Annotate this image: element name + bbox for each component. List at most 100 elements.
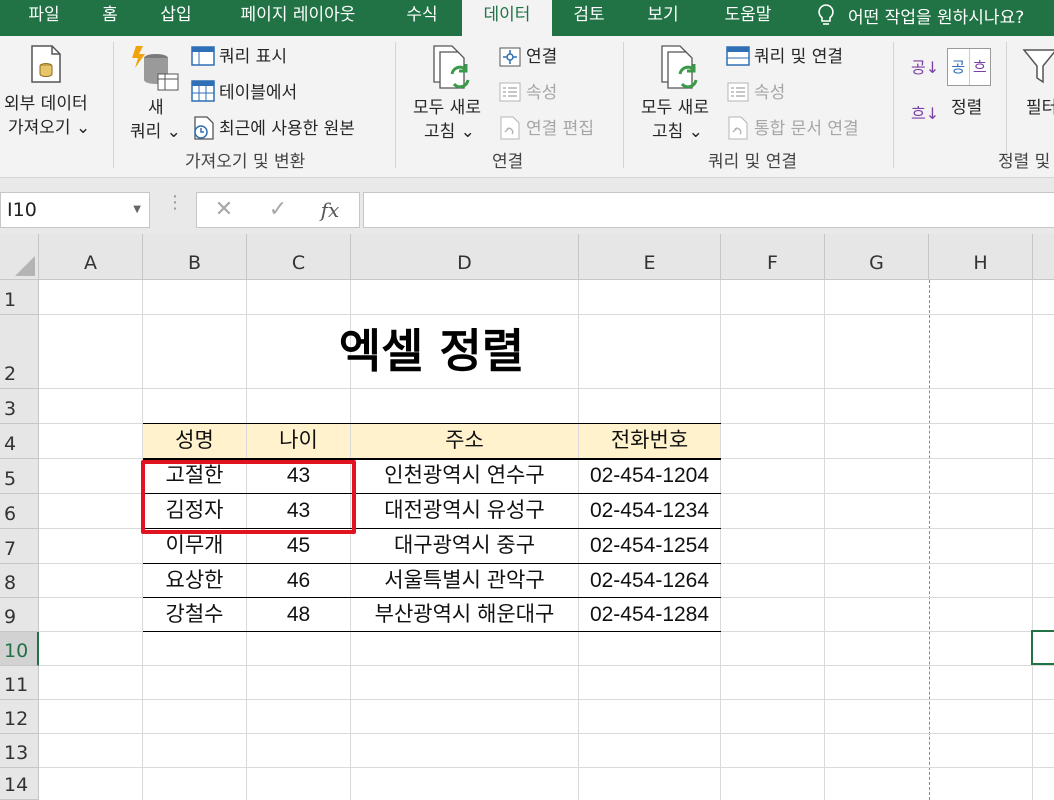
chevron-down-icon[interactable]: ▼ [133, 193, 141, 227]
column-header-i[interactable] [1033, 234, 1054, 280]
group-label-connections: 연결 [492, 152, 524, 172]
cell-phone[interactable]: 02-454-1284 [579, 598, 720, 632]
new-query-label-2: 쿼리 ⌄ [130, 122, 181, 142]
new-query-icon [132, 46, 179, 91]
cell-address[interactable]: 대전광역시 유성구 [351, 494, 578, 528]
group-divider [623, 42, 624, 168]
row-header-4[interactable]: 4 [0, 424, 39, 459]
sort-icon: 공 흐 [947, 48, 991, 86]
column-header-c[interactable]: C [247, 234, 351, 280]
gridline [1032, 280, 1033, 800]
row-header-14[interactable]: 14 [0, 768, 39, 800]
header-cell-phone[interactable]: 전화번호 [579, 424, 720, 459]
row-header-11[interactable]: 11 [0, 666, 39, 700]
cancel-icon[interactable]: ✕ [209, 193, 239, 227]
sort-icon-left: 공 [948, 49, 970, 85]
column-header-e[interactable]: E [579, 234, 721, 280]
row-header-5[interactable]: 5 [0, 459, 39, 494]
active-cell[interactable] [1031, 630, 1054, 665]
header-cell-name[interactable]: 성명 [143, 424, 246, 459]
column-header-f[interactable]: F [721, 234, 825, 280]
insert-function-icon[interactable]: fx [315, 193, 345, 227]
row-header-13[interactable]: 13 [0, 734, 39, 768]
row-header-6[interactable]: 6 [0, 494, 39, 529]
cell-address[interactable]: 대구광역시 중구 [351, 529, 578, 563]
cell-age[interactable]: 46 [247, 564, 350, 598]
sort-ascending-button[interactable]: 공↓ [911, 57, 939, 79]
column-header-d[interactable]: D [351, 234, 579, 280]
tab-insert[interactable]: 삽입 [146, 0, 206, 36]
queries-connections-icon [726, 46, 750, 66]
refresh-all-label-1: 모두 새로 [641, 98, 709, 118]
gridline [39, 767, 1054, 768]
table-border [143, 597, 721, 598]
sheet-title[interactable]: 엑셀 정렬 [143, 315, 720, 389]
cell-phone[interactable]: 02-454-1254 [579, 529, 720, 563]
cell-phone[interactable]: 02-454-1204 [579, 459, 720, 493]
lightbulb-icon [818, 4, 834, 25]
select-all-triangle-icon [15, 256, 35, 276]
edit-links-icon [500, 116, 520, 140]
tab-help[interactable]: 도움말 [710, 0, 786, 36]
row-header-12[interactable]: 12 [0, 700, 39, 734]
table-border [143, 631, 721, 632]
row-header-3[interactable]: 3 [0, 389, 39, 424]
group-label-queries-connections: 쿼리 및 연결 [708, 152, 798, 172]
cell-age[interactable]: 48 [247, 598, 350, 632]
tell-me-text: 어떤 작업을 원하시나요? [848, 7, 1025, 28]
highlight-box [141, 460, 356, 534]
tab-data[interactable]: 데이터 [462, 0, 552, 36]
select-all-button[interactable] [0, 234, 39, 280]
header-cell-age[interactable]: 나이 [247, 424, 350, 459]
cell-address[interactable]: 인천광역시 연수구 [351, 459, 578, 493]
cell-name[interactable]: 이무개 [143, 529, 246, 563]
row-header-9[interactable]: 9 [0, 598, 39, 632]
external-data-label-2: 가져오기 ⌄ [8, 118, 91, 138]
tab-page-layout[interactable]: 페이지 레이아웃 [222, 0, 374, 36]
filter-label: 필터 [1026, 98, 1054, 118]
tab-file[interactable]: 파일 [0, 0, 88, 36]
name-box-value: I10 [7, 199, 37, 221]
refresh-all-icon [661, 45, 698, 89]
refresh-all-icon [433, 45, 470, 89]
sort-descending-button[interactable]: 흐↓ [911, 103, 939, 125]
cell-name[interactable]: 강철수 [143, 598, 246, 632]
column-header-h[interactable]: H [929, 234, 1033, 280]
enter-icon[interactable]: ✓ [263, 193, 293, 227]
formula-bar-splitter-icon[interactable]: ⋮ [166, 194, 184, 212]
cell-address[interactable]: 부산광역시 해운대구 [351, 598, 578, 632]
gridline [39, 665, 1054, 666]
column-header-g[interactable]: G [825, 234, 929, 280]
tell-me-search[interactable]: 어떤 작업을 원하시나요? [816, 0, 1024, 30]
external-data-label-1: 외부 데이터 [4, 94, 88, 114]
filter-icon [1022, 49, 1054, 84]
cell-address[interactable]: 서울특별시 관악구 [351, 564, 578, 598]
workbook-links-label: 통합 문서 연결 [754, 119, 859, 139]
cell-age[interactable]: 45 [247, 529, 350, 563]
workbook-links-icon [728, 116, 748, 140]
tab-review[interactable]: 검토 [560, 0, 618, 36]
tab-view[interactable]: 보기 [634, 0, 692, 36]
column-header-b[interactable]: B [143, 234, 247, 280]
ribbon-tab-bar: 파일 홈 삽입 페이지 레이아웃 수식 데이터 검토 보기 도움말 어떤 작업을… [0, 0, 1054, 36]
tab-formulas[interactable]: 수식 [392, 0, 452, 36]
ribbon: 외부 데이터 가져오기 ⌄ 새 쿼리 ⌄ 쿼리 표시 테이블에서 최근에 사용한… [0, 36, 1054, 178]
header-cell-address[interactable]: 주소 [351, 424, 578, 459]
tab-home[interactable]: 홈 [88, 0, 132, 36]
formula-input[interactable] [363, 192, 1054, 228]
cell-phone[interactable]: 02-454-1234 [579, 494, 720, 528]
group-divider [893, 42, 894, 168]
properties-label: 속성 [754, 83, 786, 103]
row-header-2[interactable]: 2 [0, 315, 39, 389]
connections-icon [499, 47, 521, 67]
row-header-1[interactable]: 1 [0, 280, 39, 315]
name-box[interactable]: I10 ▼ [0, 192, 150, 228]
row-header-10[interactable]: 10 [0, 632, 39, 666]
row-header-8[interactable]: 8 [0, 564, 39, 598]
cell-name[interactable]: 요상한 [143, 564, 246, 598]
cell-phone[interactable]: 02-454-1264 [579, 564, 720, 598]
column-header-a[interactable]: A [39, 234, 143, 280]
page-break-line [929, 280, 930, 800]
worksheet-grid[interactable]: A B C D E F G H 1 2 3 4 5 6 7 8 9 10 11 … [0, 234, 1054, 800]
row-header-7[interactable]: 7 [0, 529, 39, 564]
